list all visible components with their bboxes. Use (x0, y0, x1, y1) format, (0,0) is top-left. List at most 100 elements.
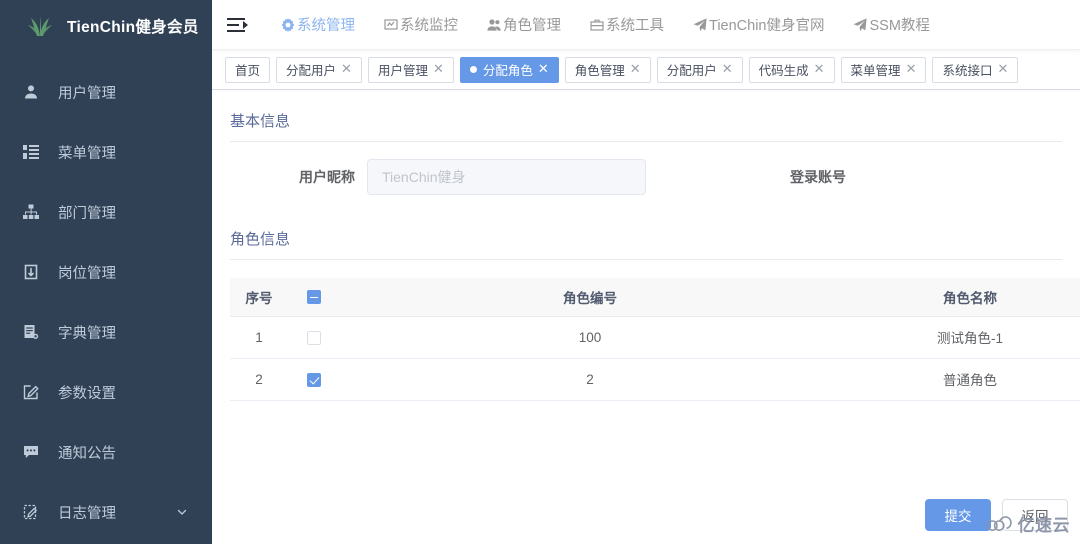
column-header-index: 序号 (230, 278, 288, 317)
gear-icon (280, 17, 295, 32)
top-menu-item-official-site[interactable]: TienChin健身官网 (678, 0, 839, 50)
sidebar-item-dict-management[interactable]: 字典管理 (0, 302, 212, 362)
role-table-wrapper: 序号 角色编号 角色名称 1 100 测试角色-1 2 2 普通角色 (230, 278, 1080, 401)
book-icon (22, 323, 40, 341)
sidebar-item-label: 部门管理 (58, 205, 116, 222)
tab-label: 首页 (235, 64, 261, 78)
sidebar-item-log-management[interactable]: 日志管理 (0, 482, 212, 542)
tab-assign-role[interactable]: 分配角色 ✕ (459, 56, 559, 83)
sidebar-logo[interactable]: TienChin健身会员 (0, 0, 212, 52)
sidebar-item-user-management[interactable]: 用户管理 (0, 62, 212, 122)
sidebar-item-label: 字典管理 (58, 325, 116, 342)
user-icon (22, 83, 40, 101)
row-checkbox[interactable] (307, 372, 321, 387)
tab-role-management[interactable]: 角色管理 ✕ (564, 56, 651, 83)
tab-user-management[interactable]: 用户管理 ✕ (367, 56, 454, 83)
sidebar-item-label: 参数设置 (58, 385, 116, 402)
top-menu-item-system-monitor[interactable]: 系统监控 (369, 0, 472, 50)
top-menu-item-system-tools[interactable]: 系统工具 (575, 0, 678, 50)
tags-bar: 首页 分配用户 ✕ 用户管理 ✕ 分配角色 ✕ 角色管理 ✕ 分配用户 ✕ 代码… (212, 50, 1080, 90)
chevron-down-icon[interactable] (176, 506, 188, 518)
paper-plane-icon (692, 17, 707, 32)
tab-code-generation[interactable]: 代码生成 ✕ (748, 56, 835, 83)
back-button[interactable]: 返回 (1002, 499, 1068, 531)
tab-label: 角色管理 (574, 64, 625, 78)
tab-label: 用户管理 (377, 64, 428, 78)
top-menu-item-role-management[interactable]: 角色管理 (472, 0, 575, 50)
sidebar-item-dept-management[interactable]: 部门管理 (0, 182, 212, 242)
table-header-row: 序号 角色编号 角色名称 (230, 278, 1080, 317)
tab-label: 代码生成 (758, 64, 809, 78)
close-icon[interactable]: ✕ (906, 62, 917, 75)
submit-button[interactable]: 提交 (925, 499, 991, 531)
sidebar-item-label: 岗位管理 (58, 265, 116, 282)
sidebar-item-notice[interactable]: 通知公告 (0, 422, 212, 482)
close-icon[interactable]: ✕ (538, 62, 549, 75)
monitor-icon (383, 17, 398, 32)
account-field-group: 登录账号 (646, 167, 1080, 187)
tab-assign-user-1[interactable]: 分配用户 ✕ (276, 56, 362, 83)
tab-label: 菜单管理 (850, 64, 901, 78)
sidebar-item-param-settings[interactable]: 参数设置 (0, 362, 212, 422)
sidebar-item-label: 用户管理 (58, 85, 116, 102)
nickname-field-group: 用户昵称 TienChin健身 (212, 159, 646, 195)
tab-label: 系统接口 (942, 64, 993, 78)
message-icon (22, 443, 40, 461)
top-navbar: 系统管理 系统监控 角色管理 系统工具 TienChin健身官网 SSM教程 (212, 0, 1080, 50)
table-row[interactable]: 2 2 普通角色 (230, 358, 1080, 401)
top-menu-item-ssm-tutorial[interactable]: SSM教程 (839, 0, 944, 50)
close-icon[interactable]: ✕ (722, 62, 733, 75)
main-area: 系统管理 系统监控 角色管理 系统工具 TienChin健身官网 SSM教程 首… (212, 0, 1080, 544)
collapse-menu-icon[interactable] (226, 14, 248, 36)
log-edit-icon (22, 503, 40, 521)
sidebar-item-label: 通知公告 (58, 445, 116, 462)
nickname-input[interactable]: TienChin健身 (367, 159, 646, 195)
tab-system-interface[interactable]: 系统接口 ✕ (932, 56, 1019, 83)
cell-role-id: 2 (340, 358, 840, 401)
tab-label: 分配用户 (666, 64, 717, 78)
close-icon[interactable]: ✕ (814, 62, 825, 75)
org-tree-icon (22, 203, 40, 221)
sidebar-item-post-management[interactable]: 岗位管理 (0, 242, 212, 302)
close-icon[interactable]: ✕ (433, 62, 444, 75)
select-all-checkbox[interactable] (307, 290, 321, 305)
plant-leaf-icon (26, 14, 54, 38)
top-menu-label: 系统工具 (606, 18, 664, 34)
app-root: TienChin健身会员 用户管理 菜单管理 部门管理 岗位管理 字典管理 参数… (0, 0, 1080, 544)
active-dot-icon (469, 66, 477, 73)
tab-menu-management[interactable]: 菜单管理 ✕ (840, 56, 927, 83)
table-row[interactable]: 1 100 测试角色-1 (230, 316, 1080, 359)
role-table: 序号 角色编号 角色名称 1 100 测试角色-1 2 2 普通角色 (230, 278, 1080, 401)
tab-assign-user-2[interactable]: 分配用户 ✕ (656, 56, 743, 83)
top-menu-label: 系统管理 (297, 18, 355, 34)
cell-role-id: 100 (340, 316, 840, 359)
nickname-label: 用户昵称 (299, 169, 355, 185)
sidebar-item-menu-management[interactable]: 菜单管理 (0, 122, 212, 182)
top-menu-item-system-management[interactable]: 系统管理 (266, 0, 369, 50)
cell-select (288, 358, 340, 401)
column-header-role-id: 角色编号 (340, 278, 840, 317)
cell-role-name: 测试角色-1 (840, 316, 1080, 359)
close-icon[interactable]: ✕ (341, 62, 352, 75)
close-icon[interactable]: ✕ (997, 62, 1008, 75)
top-menu-label: SSM教程 (869, 18, 930, 34)
cell-index: 2 (230, 358, 288, 401)
column-header-role-name: 角色名称 (840, 278, 1080, 317)
badge-icon (22, 263, 40, 281)
form-footer: 提交 返回 (212, 486, 1080, 544)
people-icon (486, 17, 501, 32)
row-checkbox[interactable] (307, 330, 321, 345)
close-icon[interactable]: ✕ (630, 62, 641, 75)
top-menu-label: 角色管理 (503, 18, 561, 34)
account-label: 登录账号 (790, 169, 846, 185)
basic-info-title: 基本信息 (230, 110, 1062, 142)
paper-plane-icon (853, 17, 868, 32)
edit-square-icon (22, 383, 40, 401)
sidebar: TienChin健身会员 用户管理 菜单管理 部门管理 岗位管理 字典管理 参数… (0, 0, 212, 544)
toolbox-icon (589, 17, 604, 32)
sidebar-item-label: 菜单管理 (58, 145, 116, 162)
role-table-head: 序号 角色编号 角色名称 (230, 278, 1080, 317)
role-info-title: 角色信息 (230, 228, 1062, 260)
top-menu-label: 系统监控 (400, 18, 458, 34)
tab-home[interactable]: 首页 (225, 56, 271, 83)
